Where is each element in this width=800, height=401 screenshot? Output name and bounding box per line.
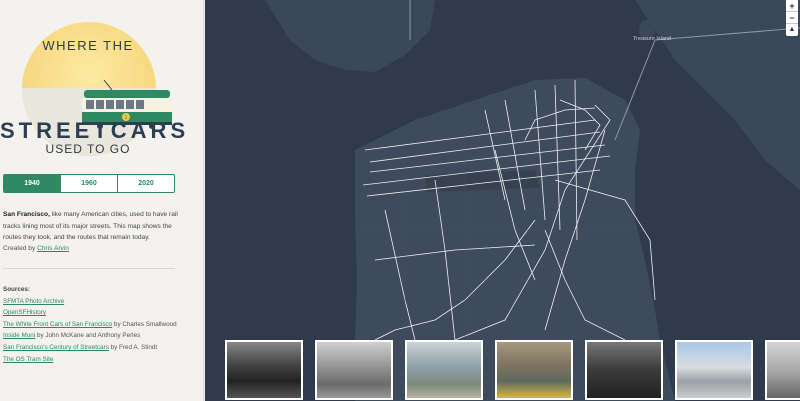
source-item: OpenSFHistory: [3, 307, 193, 319]
source-link-white-front[interactable]: The White Front Cars of San Francisco: [3, 321, 112, 328]
source-link-inside-muni[interactable]: Inside Muni: [3, 332, 35, 339]
photo-downtown-streetcar[interactable]: [405, 340, 483, 400]
photo-strip: [225, 340, 800, 400]
credit: Created by Chris Arvin: [3, 245, 69, 252]
source-link-opensfhistory[interactable]: OpenSFHistory: [3, 309, 46, 316]
logo-title-main: STREETCARS: [0, 118, 190, 143]
source-item: The White Front Cars of San Francisco by…: [3, 319, 193, 331]
source-link-sfmta[interactable]: SFMTA Photo Archive: [3, 298, 64, 305]
tab-1960[interactable]: 1960: [61, 175, 118, 192]
logo-title-sub: USED TO GO: [45, 142, 131, 156]
photo-tunnel-streetcar[interactable]: [585, 340, 663, 400]
compass-button[interactable]: ▲: [786, 24, 798, 36]
source-link-tram-site[interactable]: The OS Tram Site: [3, 356, 53, 363]
source-author: by John McKane and Anthony Perles: [35, 332, 141, 340]
photo-avenue-streetcar[interactable]: [675, 340, 753, 400]
source-author: by Fred A. Stindt: [108, 343, 158, 351]
source-item: Inside Muni by John McKane and Anthony P…: [3, 330, 193, 342]
intro-text: San Francisco, like many American cities…: [3, 209, 179, 244]
tab-1940[interactable]: 1940: [4, 175, 61, 192]
land-east-bay: [635, 0, 800, 190]
logo-title-top: WHERE THE: [42, 38, 134, 53]
zoom-in-button[interactable]: +: [786, 0, 798, 12]
author-link[interactable]: Chris Arvin: [37, 245, 69, 252]
year-tabs: 1940 1960 2020: [3, 174, 175, 193]
source-item: San Francisco's Century of Streetcars by…: [3, 342, 193, 354]
divider: [3, 268, 175, 269]
source-item: SFMTA Photo Archive: [3, 296, 193, 308]
credit-prefix: Created by: [3, 245, 38, 252]
source-link-century[interactable]: San Francisco's Century of Streetcars: [3, 344, 109, 351]
sources-title: Sources:: [3, 286, 30, 293]
sources: Sources: SFMTA Photo Archive OpenSFHisto…: [3, 284, 193, 365]
photo-crowd[interactable]: [225, 340, 303, 400]
map[interactable]: Treasure Island + − ▲: [205, 0, 800, 401]
source-author: by Charles Smallwood: [112, 320, 177, 328]
zoom-controls: + − ▲: [786, 0, 798, 36]
map-label-treasure-island: Treasure Island: [633, 36, 672, 42]
intro-bold: San Francisco,: [3, 211, 50, 218]
land-san-francisco: [355, 78, 660, 340]
photo-street-yellow-car[interactable]: [495, 340, 573, 400]
source-item: The OS Tram Site: [3, 354, 193, 366]
tab-2020[interactable]: 2020: [118, 175, 174, 192]
photo-partial[interactable]: [765, 340, 800, 400]
photo-ferry-building[interactable]: [315, 340, 393, 400]
sidebar: 1 WHERE THE STREETCARS USED TO GO 1940 1…: [0, 0, 204, 401]
zoom-out-button[interactable]: −: [786, 12, 798, 24]
